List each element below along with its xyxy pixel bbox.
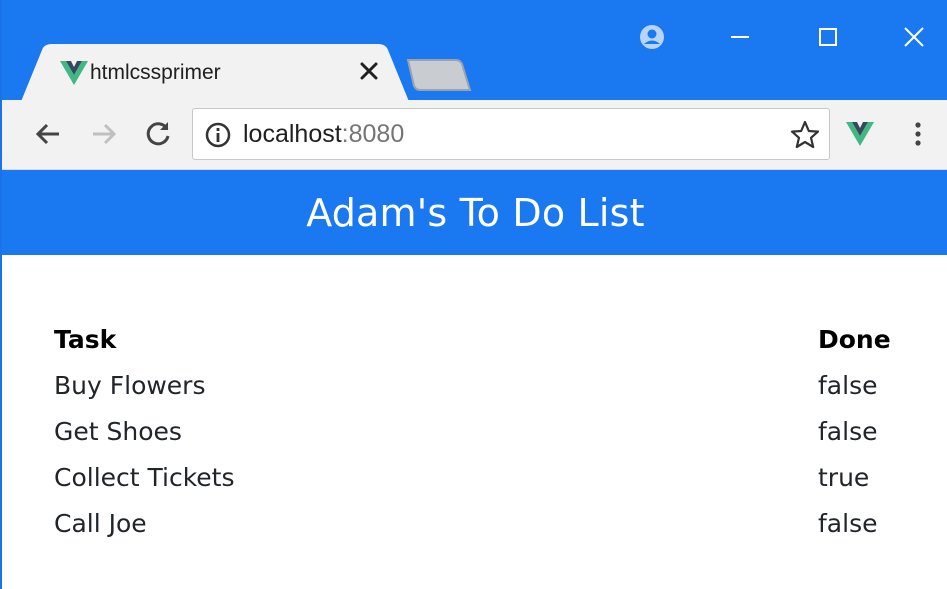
tab-strip: htmlcssprimer <box>2 0 947 104</box>
done-cell: false <box>818 416 878 446</box>
url-host: localhost <box>243 120 342 148</box>
vue-logo-icon <box>60 61 88 85</box>
done-cell: true <box>818 462 870 492</box>
table-header-row: Task Done <box>54 316 914 362</box>
task-cell: Buy Flowers <box>54 370 206 400</box>
column-header-done: Done <box>818 324 891 354</box>
table-row: Call Joe false <box>54 500 914 546</box>
tab-title: htmlcssprimer <box>90 61 221 84</box>
forward-arrow-icon <box>93 123 117 145</box>
bookmark-star-icon[interactable] <box>789 119 821 151</box>
maximize-button[interactable] <box>806 20 850 54</box>
profile-icon[interactable] <box>630 20 674 54</box>
more-vertical-icon <box>915 122 921 146</box>
browser-window: htmlcssprimer localhost:8080 Adam's To D… <box>0 0 947 589</box>
browser-toolbar: localhost:8080 <box>2 100 947 170</box>
table-row: Get Shoes false <box>54 408 914 454</box>
back-arrow-icon <box>35 123 59 145</box>
close-tab-icon[interactable] <box>354 56 384 86</box>
column-header-task: Task <box>54 324 117 354</box>
table-row: Buy Flowers false <box>54 362 914 408</box>
task-cell: Call Joe <box>54 508 147 538</box>
reload-icon <box>146 122 170 146</box>
browser-menu-button[interactable] <box>898 114 938 154</box>
back-button[interactable] <box>28 114 68 154</box>
reload-button[interactable] <box>138 114 178 154</box>
minimize-button[interactable] <box>718 20 762 54</box>
url-port: :8080 <box>341 120 405 148</box>
task-cell: Collect Tickets <box>54 462 235 492</box>
table-row: Collect Tickets true <box>54 454 914 500</box>
site-info-icon[interactable] <box>203 120 233 150</box>
page-header: Adam's To Do List <box>2 170 947 255</box>
browser-tab[interactable]: htmlcssprimer <box>20 44 410 104</box>
url-text: localhost:8080 <box>243 120 404 149</box>
vue-logo-icon <box>846 122 874 146</box>
new-tab-button[interactable] <box>406 58 472 92</box>
todo-table: Task Done Buy Flowers false Get Shoes fa… <box>54 316 914 546</box>
page-title: Adam's To Do List <box>306 190 645 235</box>
done-cell: false <box>818 508 878 538</box>
address-bar[interactable]: localhost:8080 <box>192 108 830 160</box>
task-cell: Get Shoes <box>54 416 182 446</box>
done-cell: false <box>818 370 878 400</box>
close-window-button[interactable] <box>892 20 936 54</box>
vue-devtools-extension-button[interactable] <box>840 114 880 154</box>
forward-button[interactable] <box>84 114 124 154</box>
